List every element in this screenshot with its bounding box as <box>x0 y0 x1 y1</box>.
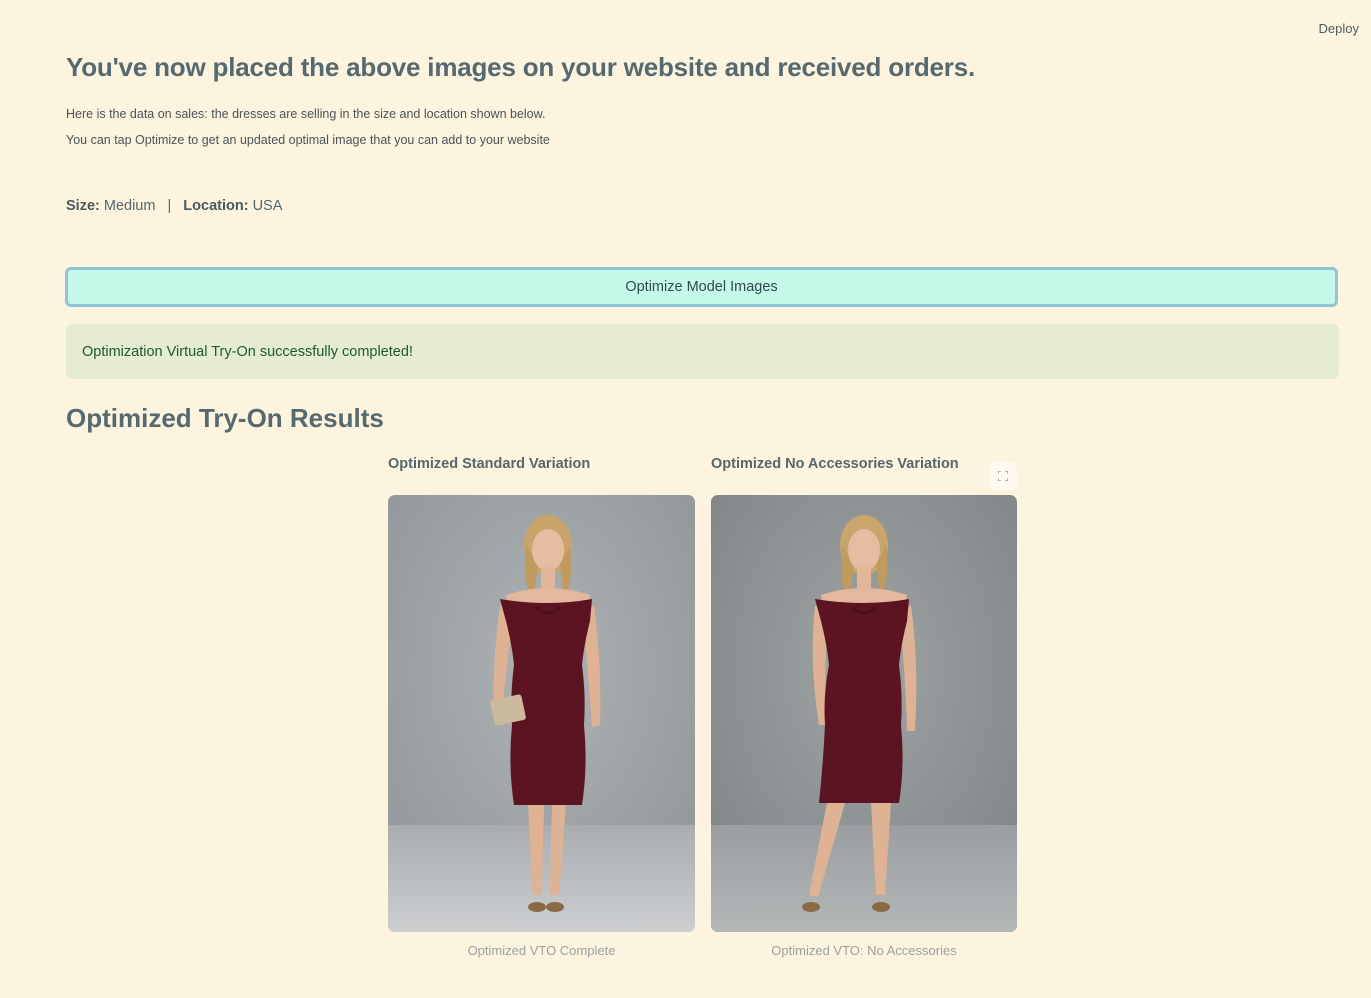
fullscreen-expand-icon[interactable] <box>989 462 1017 490</box>
meta-separator: | <box>167 198 172 214</box>
model-photo-standard <box>388 495 695 932</box>
result-column-standard: Optimized Standard Variation Optimized V… <box>388 456 695 958</box>
result-image-no-accessories[interactable] <box>711 495 1017 932</box>
page-title: You've now placed the above images on yo… <box>66 52 976 82</box>
description-line-2: You can tap Optimize to get an updated o… <box>66 133 550 147</box>
result-caption-no-accessories: Optimized VTO: No Accessories <box>771 943 957 958</box>
size-value: Medium <box>103 198 156 214</box>
app-page: Deploy You've now placed the above image… <box>0 0 1371 998</box>
result-caption-standard: Optimized VTO Complete <box>467 943 616 958</box>
results-title: Optimized Try-On Results <box>66 403 384 433</box>
location-value: USA <box>252 198 283 214</box>
success-message: Optimization Virtual Try-On successfully… <box>82 343 413 360</box>
size-label: Size: <box>66 198 100 214</box>
model-photo-no-accessories <box>711 495 1017 932</box>
deploy-button[interactable]: Deploy <box>1319 19 1359 38</box>
optimize-model-images-button[interactable]: Optimize Model Images <box>65 267 1338 307</box>
expand-corners-icon <box>998 471 1008 481</box>
description-line-1: Here is the data on sales: the dresses a… <box>66 107 546 121</box>
sales-meta: Size: Medium | Location: USA <box>66 198 282 214</box>
result-title-no-accessories: Optimized No Accessories Variation <box>711 456 959 472</box>
success-alert: Optimization Virtual Try-On successfully… <box>66 324 1339 379</box>
result-title-standard: Optimized Standard Variation <box>388 456 591 472</box>
location-label: Location: <box>183 198 249 214</box>
result-column-no-accessories: Optimized No Accessories Variation Optim… <box>711 456 1017 958</box>
result-image-standard[interactable] <box>388 495 695 932</box>
